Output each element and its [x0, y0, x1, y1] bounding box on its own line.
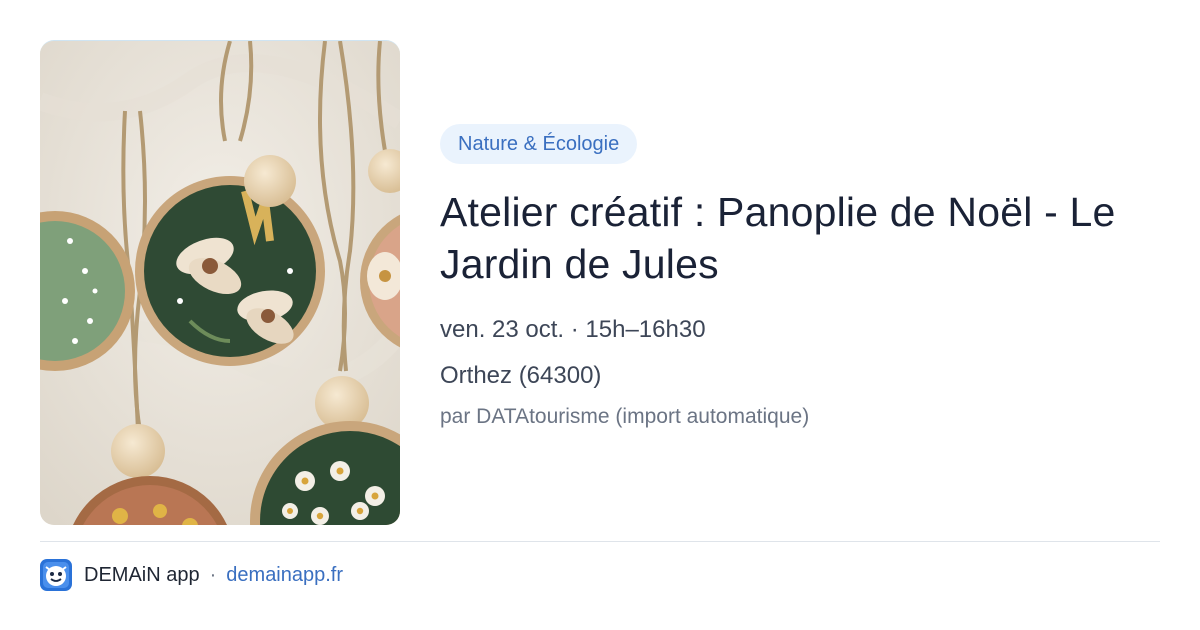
event-info: Nature & Écologie Atelier créatif : Pano… [440, 124, 1160, 430]
footer-divider [40, 541, 1160, 542]
footer: DEMAiN app · demainapp.fr [40, 558, 343, 592]
event-title[interactable]: Atelier créatif : Panoplie de Noël - Le … [440, 186, 1160, 290]
app-name: DEMAiN app [84, 563, 200, 586]
painted-ornaments-image [40, 41, 400, 525]
event-preview-card: Nature & Écologie Atelier créatif : Pano… [0, 0, 1200, 630]
site-link[interactable]: demainapp.fr [226, 564, 343, 587]
event-datetime: ven. 23 oct. · 15h–16h30 [440, 316, 706, 343]
footer-separator: · [209, 563, 217, 586]
demain-app-icon[interactable] [40, 559, 72, 591]
event-location: Orthez (64300) [440, 362, 602, 389]
category-badge[interactable]: Nature & Écologie [440, 124, 638, 164]
event-source: par DATAtourisme (import automatique) [440, 405, 810, 428]
event-photo [40, 40, 400, 525]
